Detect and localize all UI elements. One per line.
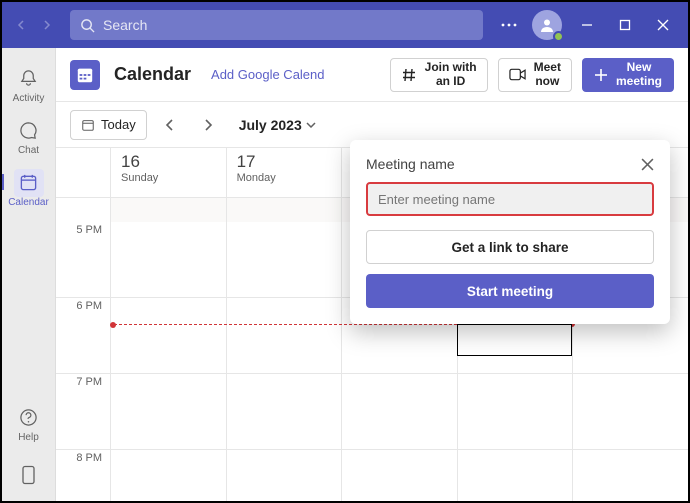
search-icon [80, 18, 95, 33]
prev-week-button[interactable] [155, 110, 185, 140]
close-button[interactable] [644, 10, 682, 40]
time-label: 7 PM [56, 374, 110, 449]
help-icon [19, 408, 38, 427]
rail-label: Activity [13, 93, 45, 104]
hash-icon [401, 67, 417, 83]
month-picker[interactable]: July 2023 [239, 117, 316, 133]
nav-forward[interactable] [34, 12, 60, 38]
plus-icon [594, 68, 608, 82]
join-with-id-button[interactable]: Join withan ID [390, 58, 488, 92]
rail-calendar[interactable]: Calendar [2, 162, 55, 214]
presence-dot [553, 31, 564, 42]
rail-label: Calendar [8, 197, 49, 208]
app-rail: Activity Chat Calendar Help [2, 48, 56, 501]
rail-device[interactable] [2, 449, 55, 501]
next-week-button[interactable] [193, 110, 223, 140]
search-box[interactable] [70, 10, 483, 40]
rail-activity[interactable]: Activity [2, 58, 55, 110]
nav-back[interactable] [8, 12, 34, 38]
time-label: 6 PM [56, 298, 110, 373]
calendar-app-icon [70, 60, 100, 90]
rail-label: Chat [18, 145, 39, 156]
search-input[interactable] [103, 17, 473, 33]
rail-label: Help [18, 432, 39, 443]
page-title: Calendar [114, 64, 191, 85]
more-icon[interactable] [492, 8, 526, 42]
today-button[interactable]: Today [70, 110, 147, 140]
chat-icon [19, 121, 38, 140]
avatar[interactable] [532, 10, 562, 40]
calendar-icon [19, 173, 38, 192]
minimize-button[interactable] [568, 10, 606, 40]
time-label: 5 PM [56, 222, 110, 297]
rail-chat[interactable]: Chat [2, 110, 55, 162]
add-google-calendar-link[interactable]: Add Google Calend [211, 67, 324, 82]
maximize-button[interactable] [606, 10, 644, 40]
popover-close-button[interactable] [641, 158, 654, 171]
chevron-down-icon [306, 121, 316, 129]
meeting-name-input[interactable] [366, 182, 654, 216]
rail-help[interactable]: Help [2, 397, 55, 449]
day-header[interactable]: 16 Sunday [110, 148, 226, 197]
popover-title: Meeting name [366, 156, 455, 172]
time-label: 8 PM [56, 450, 110, 501]
day-header[interactable]: 17 Monday [226, 148, 342, 197]
bell-icon [19, 69, 38, 88]
device-icon [21, 465, 36, 485]
time-selection[interactable] [457, 324, 573, 356]
meet-now-button[interactable]: Meetnow [498, 58, 572, 92]
new-meeting-button[interactable]: Newmeeting [582, 58, 674, 92]
calendar-small-icon [81, 118, 95, 132]
meet-now-popover: Meeting name Get a link to share Start m… [350, 140, 670, 324]
get-link-button[interactable]: Get a link to share [366, 230, 654, 264]
start-meeting-button[interactable]: Start meeting [366, 274, 654, 308]
video-icon [509, 68, 526, 81]
